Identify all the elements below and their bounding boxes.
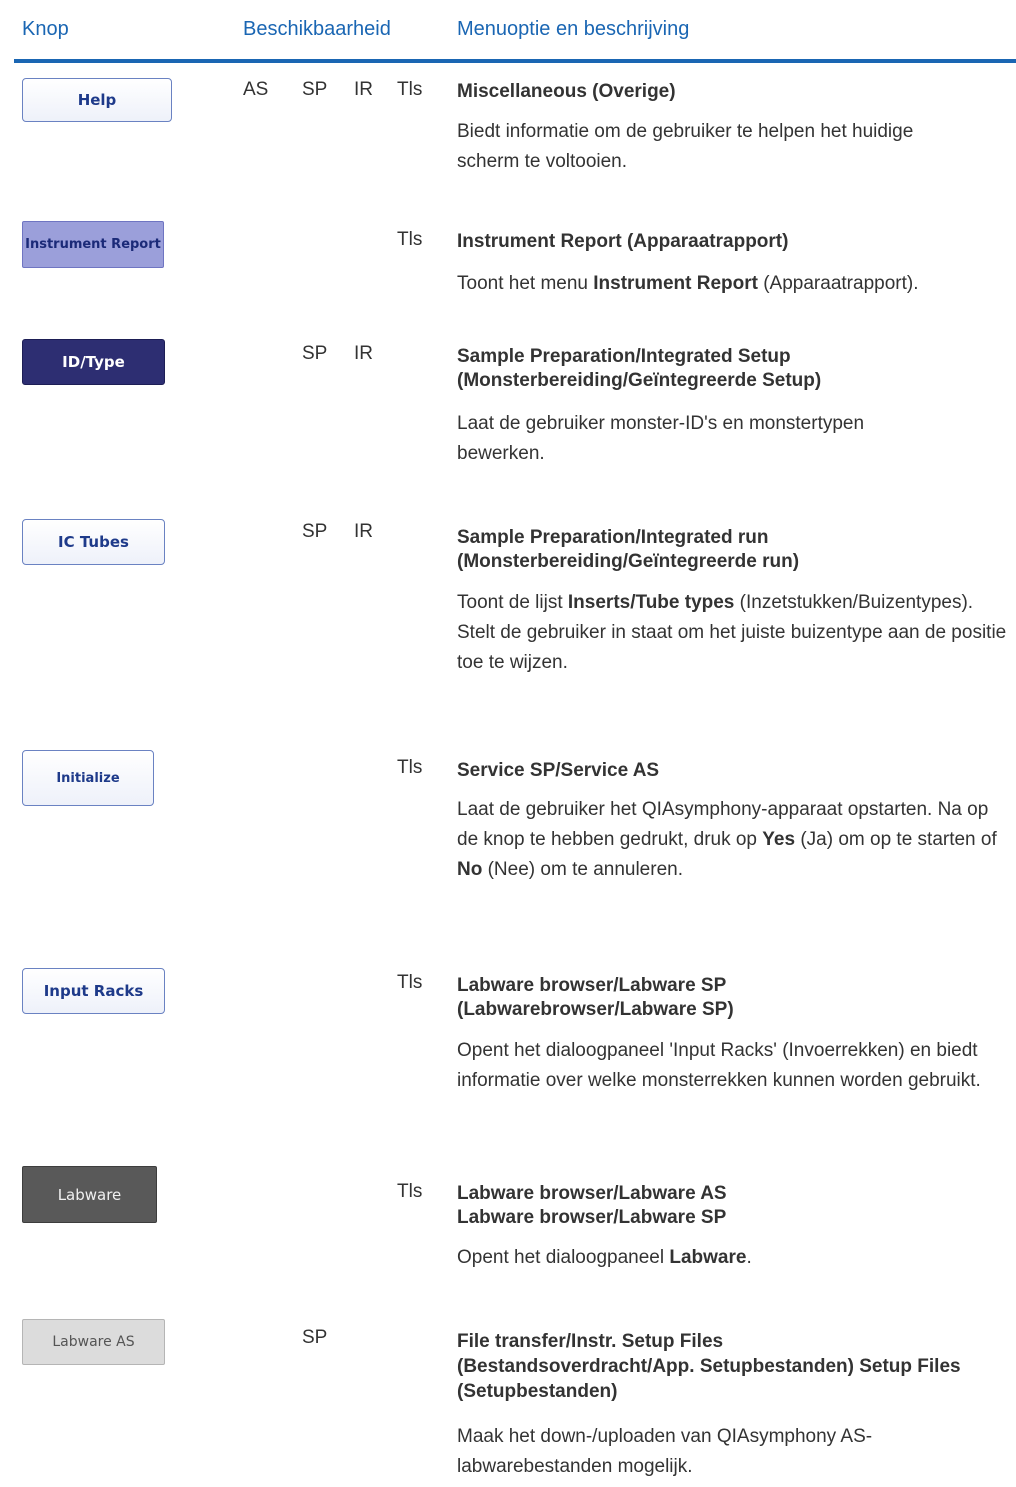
column-header-beschikbaarheid: Beschikbaarheid <box>243 18 391 40</box>
avail-sp: SP <box>302 521 328 542</box>
desc-text: (Ja) om op te starten of <box>795 829 997 850</box>
menu-option-title: Sample Preparation/Integrated Setup (Mon… <box>457 345 997 393</box>
menu-option-title: File transfer/Instr. Setup Files (Bestan… <box>457 1329 987 1404</box>
menu-option-title: Labware browser/Labware AS Labware brows… <box>457 1182 997 1230</box>
title-line: Labware browser/Labware SP <box>457 975 727 996</box>
avail-tls: Tls <box>397 972 423 993</box>
column-header-menu: Menuoptie en beschrijving <box>457 18 690 40</box>
desc-bold: No <box>457 859 483 880</box>
avail-as: AS <box>243 79 269 100</box>
menu-option-description: Opent het dialoogpaneel Labware. <box>457 1243 1013 1273</box>
desc-bold: Instrument Report <box>593 273 758 294</box>
avail-tls: Tls <box>397 1181 423 1202</box>
labware-button[interactable]: Labware <box>22 1166 157 1223</box>
title-line: Sample Preparation/Integrated run <box>457 527 769 548</box>
help-button[interactable]: Help <box>22 78 172 122</box>
avail-tls: Tls <box>397 757 423 778</box>
desc-text: Opent het dialoogpaneel <box>457 1247 670 1268</box>
desc-text: Toont het menu <box>457 273 594 294</box>
menu-option-description: Biedt informatie om de gebruiker te help… <box>457 117 957 177</box>
title-line: (Monsterbereiding/Geïntegreerde run) <box>457 551 800 572</box>
menu-option-title: Service SP/Service AS <box>457 759 997 783</box>
desc-text: Maak het down-/uploaden van QIAsymphony … <box>457 1426 873 1477</box>
desc-bold: Labware <box>669 1247 747 1268</box>
desc-text: Toont de lijst <box>457 592 568 613</box>
avail-ir: IR <box>354 343 373 364</box>
desc-bold: Yes <box>762 829 796 850</box>
avail-sp: SP <box>302 343 328 364</box>
menu-option-description: Opent het dialoogpaneel 'Input Racks' (I… <box>457 1036 1013 1096</box>
menu-option-description: Toont de lijst Inserts/Tube types (Inzet… <box>457 588 1013 678</box>
menu-option-title: Labware browser/Labware SP (Labwarebrows… <box>457 974 997 1022</box>
column-header-knop: Knop <box>22 18 69 40</box>
menu-option-title: Miscellaneous (Overige) <box>457 80 997 104</box>
header-divider <box>14 59 1016 63</box>
avail-sp: SP <box>302 79 328 100</box>
menu-option-title: Sample Preparation/Integrated run (Monst… <box>457 526 997 574</box>
avail-tls: Tls <box>397 229 423 250</box>
title-line: Labware browser/Labware SP <box>457 1207 727 1228</box>
avail-tls: Tls <box>397 79 423 100</box>
title-line: (Bestandsoverdracht/App. Setupbestanden)… <box>457 1356 961 1402</box>
menu-option-description: Laat de gebruiker monster-ID's en monste… <box>457 409 917 469</box>
menu-option-description: Laat de gebruiker het QIAsymphony-appara… <box>457 795 997 885</box>
title-line: Sample Preparation/Integrated Setup <box>457 346 791 367</box>
desc-text: (Apparaatrapport). <box>757 273 919 294</box>
initialize-button[interactable]: Initialize <box>22 750 154 806</box>
desc-text: Laat de gebruiker monster-ID's en monste… <box>457 413 865 464</box>
desc-text: . <box>746 1247 752 1268</box>
title-line: Miscellaneous (Overige) <box>457 81 676 102</box>
avail-ir: IR <box>354 79 373 100</box>
title-line: Labware browser/Labware AS <box>457 1183 727 1204</box>
desc-text: Opent het dialoogpaneel 'Input Racks' (I… <box>457 1040 981 1091</box>
avail-ir: IR <box>354 521 373 542</box>
avail-sp: SP <box>302 1327 328 1348</box>
desc-bold: Inserts/Tube types <box>567 592 735 613</box>
id-type-button[interactable]: ID/Type <box>22 339 165 385</box>
title-line: Service SP/Service AS <box>457 760 660 781</box>
title-line: (Monsterbereiding/Geïntegreerde Setup) <box>457 370 822 391</box>
title-line: File transfer/Instr. Setup Files <box>457 1331 724 1352</box>
menu-option-description: Toont het menu Instrument Report (Appara… <box>457 269 1013 299</box>
menu-option-title: Instrument Report (Apparaatrapport) <box>457 230 997 254</box>
menu-option-description: Maak het down-/uploaden van QIAsymphony … <box>457 1422 937 1482</box>
title-line: (Labwarebrowser/Labware SP) <box>457 999 734 1020</box>
instrument-report-button[interactable]: Instrument Report <box>22 221 164 268</box>
title-line: Instrument Report (Apparaatrapport) <box>457 231 789 252</box>
desc-text: (Nee) om te annuleren. <box>482 859 683 880</box>
labware-as-button[interactable]: Labware AS <box>22 1319 165 1365</box>
input-racks-button[interactable]: Input Racks <box>22 968 165 1014</box>
ic-tubes-button[interactable]: IC Tubes <box>22 519 165 565</box>
desc-text: Biedt informatie om de gebruiker te help… <box>457 121 914 172</box>
